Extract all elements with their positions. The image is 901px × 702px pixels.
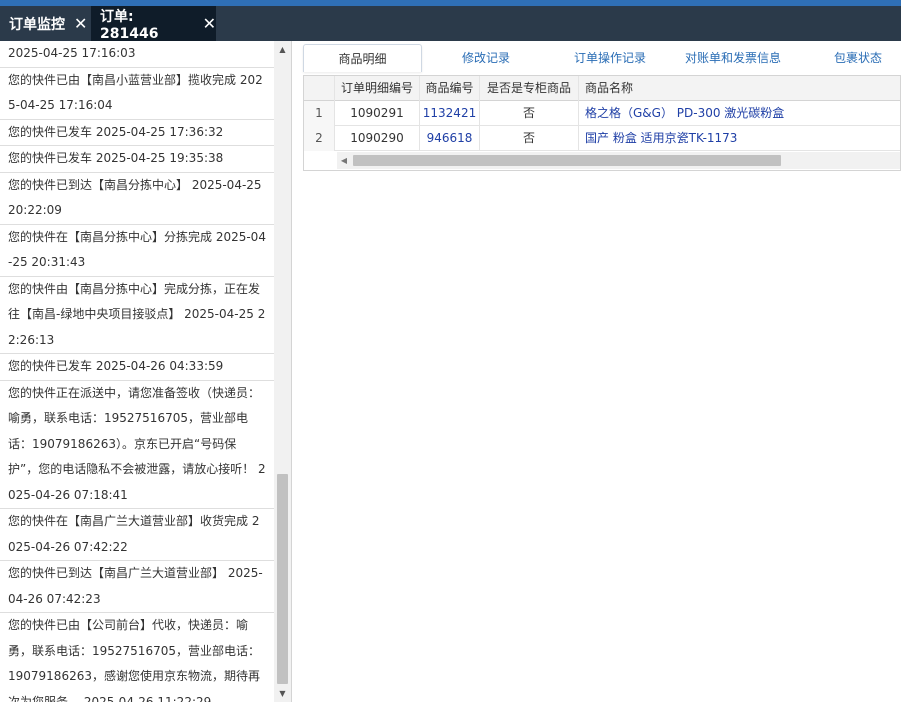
product-name-link[interactable]: 格之格（G&G） PD-300 激光碳粉盒: [579, 101, 900, 126]
table-header-row: 订单明细编号 商品编号 是否是专柜商品 商品名称: [304, 76, 900, 101]
tab-statement-invoice[interactable]: 对账单和发票信息: [680, 44, 786, 72]
column-header[interactable]: 商品名称: [579, 76, 900, 101]
tab-modify-records[interactable]: 修改记录: [442, 44, 530, 72]
tracking-entry: 您的快件已到达【南昌分拣中心】 2025-04-25 20:22:09: [0, 173, 274, 225]
tab-label: 订单: 281446: [100, 8, 159, 42]
table-row[interactable]: 1 1090291 1132421 否 格之格（G&G） PD-300 激光碳粉…: [304, 101, 900, 126]
tracking-entry: 您的快件由【南昌分拣中心】完成分拣，正在发往【南昌-绿地中央项目接驳点】 202…: [0, 277, 274, 354]
detail-id-cell: 1090290: [335, 126, 420, 151]
scroll-down-arrow-icon[interactable]: ▼: [274, 685, 291, 702]
tracking-entry: 您的快件已发车 2025-04-26 04:33:59: [0, 354, 274, 381]
detail-id-cell: 1090291: [335, 101, 420, 126]
tab-package-status[interactable]: 包裹状态: [822, 44, 894, 72]
column-header[interactable]: 商品编号: [420, 76, 480, 101]
tab-order-operation-records[interactable]: 订单操作记录: [560, 44, 660, 72]
tracking-entry: 您的快件已由【南昌小蓝营业部】揽收完成 2025-04-25 17:16:04: [0, 68, 274, 120]
tracking-timeline-panel: 2025-04-25 17:16:03 您的快件已由【南昌小蓝营业部】揽收完成 …: [0, 41, 292, 702]
column-header[interactable]: 是否是专柜商品: [480, 76, 579, 101]
tracking-entry: 您的快件已到达【南昌广兰大道营业部】 2025-04-26 07:42:23: [0, 561, 274, 613]
product-id-link[interactable]: 946618: [420, 126, 480, 151]
table-horizontal-scrollbar[interactable]: ◀: [337, 152, 900, 169]
product-name-link[interactable]: 国产 粉盒 适用京瓷TK-1173: [579, 126, 900, 151]
detail-tabs: 商品明细 修改记录 订单操作记录 对账单和发票信息 包裹状态: [302, 44, 901, 72]
row-number: 2: [304, 126, 335, 151]
close-icon[interactable]: ✕: [74, 15, 87, 32]
counter-flag-cell: 否: [480, 101, 579, 126]
row-number: 1: [304, 101, 335, 126]
close-icon[interactable]: ✕: [203, 15, 216, 32]
counter-flag-cell: 否: [480, 126, 579, 151]
table-row[interactable]: 2 1090290 946618 否 国产 粉盒 适用京瓷TK-1173: [304, 126, 900, 151]
timeline-scrollbar[interactable]: ▲ ▼: [274, 41, 291, 702]
tracking-list: 2025-04-25 17:16:03 您的快件已由【南昌小蓝营业部】揽收完成 …: [0, 41, 274, 702]
product-table: 订单明细编号 商品编号 是否是专柜商品 商品名称 1 1090291 11324…: [303, 75, 901, 171]
tab-product-detail[interactable]: 商品明细: [303, 44, 422, 72]
tracking-entry: 您的快件在【南昌分拣中心】分拣完成 2025-04-25 20:31:43: [0, 225, 274, 277]
tracking-entry: 您的快件已发车 2025-04-25 19:35:38: [0, 146, 274, 173]
tab-label: 订单监控: [9, 16, 65, 33]
window-tabbar: 订单监控 ✕ 订单: 281446 ✕: [0, 6, 901, 42]
scroll-thumb[interactable]: [353, 155, 781, 166]
tracking-entry: 您的快件正在派送中，请您准备签收（快递员：喻勇，联系电话：19527516705…: [0, 381, 274, 509]
tracking-entry: 您的快件已发车 2025-04-25 17:36:32: [0, 120, 274, 146]
product-id-link[interactable]: 1132421: [420, 101, 480, 126]
tab-order-detail[interactable]: 订单: 281446 ✕: [91, 6, 216, 42]
scroll-up-arrow-icon[interactable]: ▲: [274, 41, 291, 58]
tab-order-monitor[interactable]: 订单监控 ✕: [0, 6, 89, 41]
scroll-thumb[interactable]: [277, 474, 288, 684]
rownum-header: [304, 76, 335, 101]
tracking-entry: 您的快件已由【公司前台】代收，快递员：喻勇，联系电话：19527516705，营…: [0, 613, 274, 702]
column-header[interactable]: 订单明细编号: [335, 76, 420, 101]
tracking-entry: 2025-04-25 17:16:03: [0, 41, 274, 68]
tracking-entry: 您的快件在【南昌广兰大道营业部】收货完成 2025-04-26 07:42:22: [0, 509, 274, 561]
scroll-left-arrow-icon[interactable]: ◀: [337, 152, 351, 169]
